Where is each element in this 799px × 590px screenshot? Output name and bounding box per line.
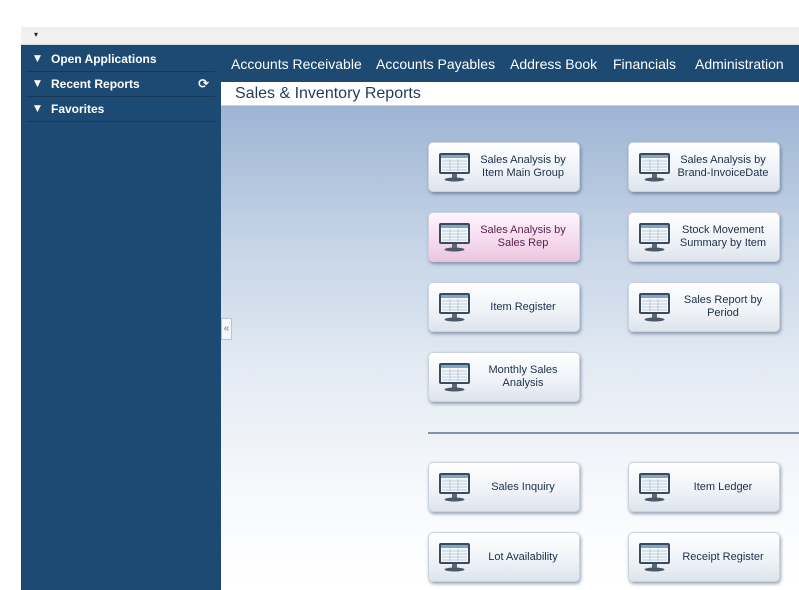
nav-administration[interactable]: Administration — [695, 56, 784, 72]
report-button-label: Lot Availability — [488, 550, 558, 563]
top-toolbar: ▾ — [21, 27, 799, 45]
monitor-report-icon — [638, 542, 671, 572]
expand-triangle-icon[interactable]: ▼ — [34, 97, 41, 122]
report-button-label: Sales Report by Period — [683, 294, 763, 319]
main-nav: Accounts Receivable Accounts Payables Ad… — [221, 45, 799, 82]
report-button-label: Sales Analysis by Item Main Group — [480, 154, 566, 179]
section-divider — [428, 432, 799, 434]
monitor-report-icon — [438, 152, 471, 182]
sidebar-item-label: Recent Reports — [51, 77, 140, 91]
monitor-report-icon — [638, 472, 671, 502]
sidebar-item-label: Open Applications — [51, 52, 157, 66]
monitor-report-icon — [438, 292, 471, 322]
report-button-label: Sales Analysis by Sales Rep — [480, 224, 566, 249]
page-header: Sales & Inventory Reports — [221, 82, 799, 106]
page-title: Sales & Inventory Reports — [235, 85, 421, 102]
sidebar-item-open-applications[interactable]: ▼ Open Applications — [26, 47, 215, 72]
nav-address-book[interactable]: Address Book — [510, 56, 597, 72]
report-button-label: Item Register — [490, 300, 556, 313]
report-button-label: Receipt Register — [682, 550, 764, 563]
expand-triangle-icon[interactable]: ▼ — [34, 72, 41, 97]
monitor-report-icon — [438, 472, 471, 502]
report-button-sales-by-sales-rep[interactable]: Sales Analysis by Sales Rep — [428, 212, 580, 262]
sidebar-item-label: Favorites — [51, 102, 105, 116]
report-button-stock-movement-summary[interactable]: Stock Movement Summary by Item — [628, 212, 780, 262]
inquiry-button-sales-inquiry[interactable]: Sales Inquiry — [428, 462, 580, 512]
inquiry-button-item-ledger[interactable]: Item Ledger — [628, 462, 780, 512]
monitor-report-icon — [638, 222, 671, 252]
nav-accounts-payables[interactable]: Accounts Payables — [376, 56, 495, 72]
inquiry-button-lot-availability[interactable]: Lot Availability — [428, 532, 580, 582]
collapse-sidebar-button[interactable]: « — [221, 318, 232, 340]
report-button-sales-report-by-period[interactable]: Sales Report by Period — [628, 282, 780, 332]
report-button-label: Item Ledger — [693, 480, 753, 493]
app-window: ▾ ▼ Open Applications ▼ Recent Reports ⟳… — [0, 0, 799, 590]
report-button-item-register[interactable]: Item Register — [428, 282, 580, 332]
monitor-report-icon — [438, 362, 471, 392]
report-button-monthly-sales-analysis[interactable]: Monthly Sales Analysis — [428, 352, 580, 402]
sidebar-item-favorites[interactable]: ▼ Favorites — [26, 97, 215, 122]
report-button-label: Sales Inquiry — [491, 480, 555, 493]
report-button-sales-by-brand-invoicedate[interactable]: Sales Analysis by Brand-InvoiceDate — [628, 142, 780, 192]
report-button-label: Stock Movement Summary by Item — [679, 224, 767, 249]
report-button-sales-by-item-main-group[interactable]: Sales Analysis by Item Main Group — [428, 142, 580, 192]
nav-accounts-receivable[interactable]: Accounts Receivable — [231, 56, 362, 72]
monitor-report-icon — [438, 222, 471, 252]
monitor-report-icon — [638, 152, 671, 182]
report-button-label: Monthly Sales Analysis — [488, 364, 558, 389]
sidebar: ▼ Open Applications ▼ Recent Reports ⟳ ▼… — [21, 45, 221, 590]
report-panel: « Sales Analysis by Item Main Group Sale… — [221, 106, 799, 590]
dropdown-caret-icon[interactable]: ▾ — [34, 30, 38, 39]
inquiry-button-receipt-register[interactable]: Receipt Register — [628, 532, 780, 582]
report-button-label: Sales Analysis by Brand-InvoiceDate — [677, 154, 769, 179]
expand-triangle-icon[interactable]: ▼ — [34, 47, 41, 72]
double-chevron-left-icon: « — [223, 323, 230, 334]
sidebar-item-recent-reports[interactable]: ▼ Recent Reports ⟳ — [26, 72, 215, 97]
nav-financials[interactable]: Financials — [613, 56, 676, 72]
monitor-report-icon — [638, 292, 671, 322]
monitor-report-icon — [438, 542, 471, 572]
refresh-icon[interactable]: ⟳ — [198, 72, 209, 97]
